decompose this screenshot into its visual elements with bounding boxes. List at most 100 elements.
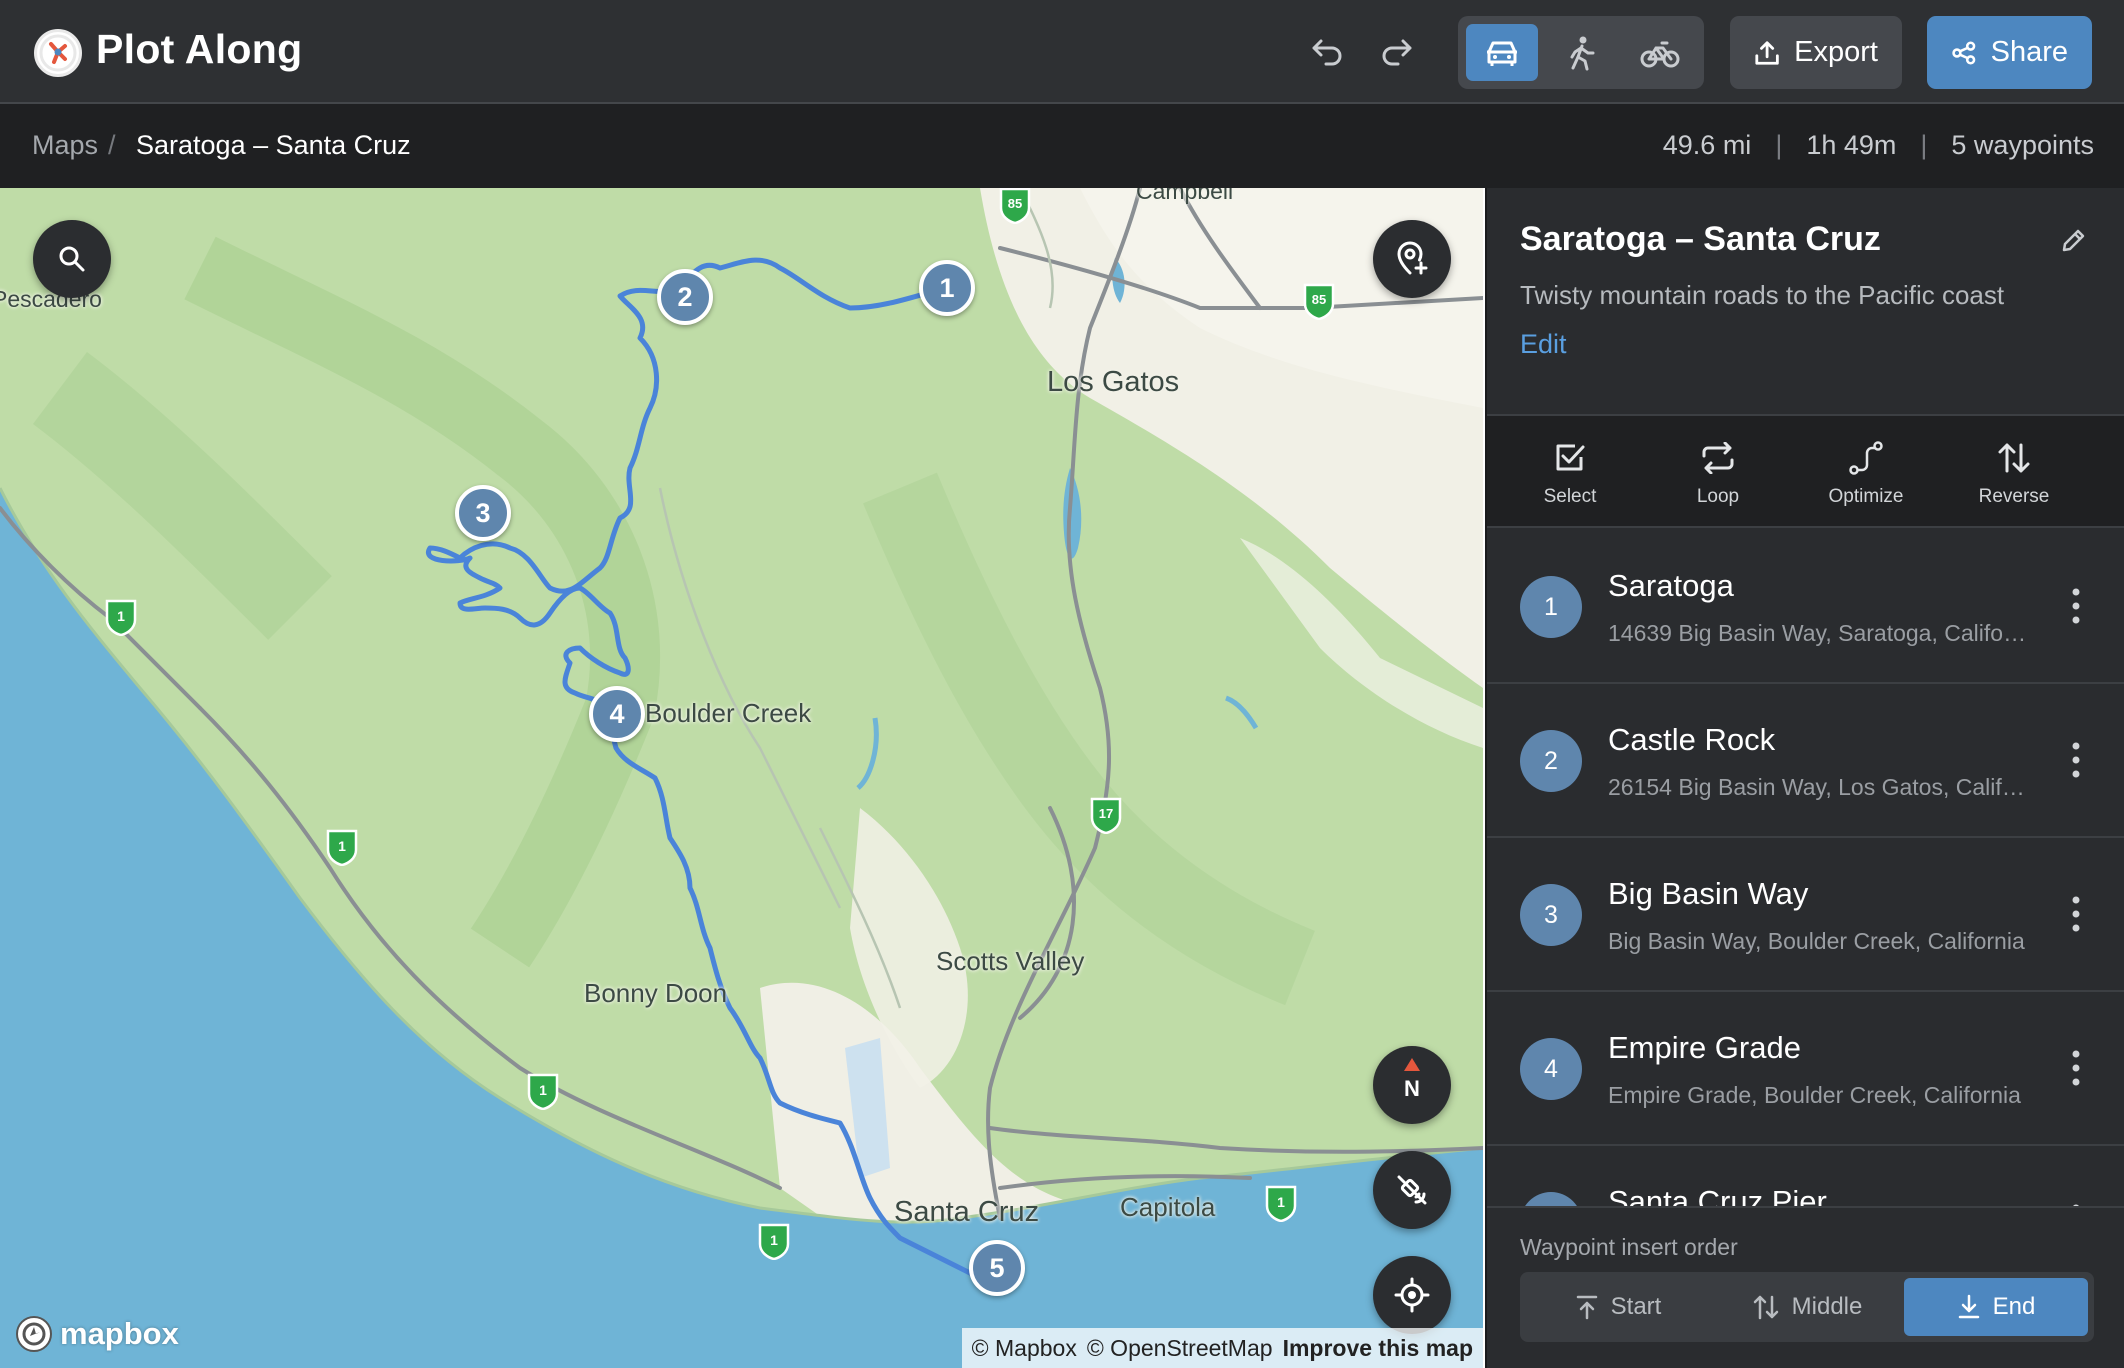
mode-drive-button[interactable] — [1466, 24, 1538, 81]
more-options-icon[interactable] — [2072, 740, 2080, 780]
tool-loop-label: Loop — [1696, 486, 1740, 507]
tool-reverse-button[interactable]: Reverse — [1944, 438, 2084, 508]
route-duration: 1h 49m — [1806, 130, 1897, 160]
waypoint-address: 26154 Big Basin Way, Los Gatos, Californ… — [1608, 774, 2028, 800]
map-basemap — [0, 188, 1483, 1368]
tool-select-button[interactable]: Select — [1500, 438, 1640, 508]
insert-start-button[interactable]: Start — [1526, 1278, 1710, 1336]
waypoint-number-badge: 3 — [1520, 884, 1582, 946]
share-button[interactable]: Share — [1927, 16, 2092, 89]
reverse-icon — [1998, 443, 2030, 473]
waypoint-name: Santa Cruz Pier — [1608, 1184, 1827, 1206]
waypoint-marker-1[interactable]: 1 — [919, 260, 975, 316]
waypoint-row[interactable]: 3 Big Basin Way Big Basin Way, Boulder C… — [1487, 838, 2124, 992]
map-label-boulder-creek: Boulder Creek — [645, 698, 812, 728]
svg-text:85: 85 — [1008, 196, 1022, 211]
waypoint-marker-5[interactable]: 5 — [969, 1240, 1025, 1296]
insert-order-section: Waypoint insert order Start Middle End — [1487, 1206, 2124, 1368]
mapbox-logo: mapbox — [14, 1314, 179, 1354]
undo-icon — [1312, 39, 1342, 66]
highway-shield-icon: 1 — [326, 829, 358, 866]
compass-button[interactable]: N — [1373, 1046, 1451, 1124]
insert-middle-button[interactable]: Middle — [1715, 1278, 1899, 1336]
map-label-campbell: Campbell — [1136, 188, 1234, 204]
waypoint-number-badge: 5 — [1520, 1192, 1582, 1206]
waypoint-row[interactable]: 4 Empire Grade Empire Grade, Boulder Cre… — [1487, 992, 2124, 1146]
route-stats: 49.6 mi | 1h 49m | 5 waypoints — [1663, 130, 2094, 161]
mode-cycle-button[interactable] — [1624, 24, 1696, 81]
stats-divider: | — [1920, 130, 1928, 160]
export-label: Export — [1794, 36, 1878, 68]
waypoint-address: Big Basin Way, Boulder Creek, California — [1608, 928, 2025, 954]
add-location-button[interactable] — [1373, 220, 1451, 298]
highway-shield-icon: 85 — [999, 188, 1031, 224]
breadcrumb-maps-link[interactable]: Maps — [32, 130, 98, 161]
mapbox-logo-text: mapbox — [60, 1316, 179, 1351]
waypoint-name: Saratoga — [1608, 568, 1734, 603]
map-label-santa-cruz: Santa Cruz — [894, 1196, 1040, 1228]
more-options-icon[interactable] — [2072, 1048, 2080, 1088]
waypoint-marker-3[interactable]: 3 — [455, 485, 511, 541]
attribution-osm-link[interactable]: © OpenStreetMap — [1087, 1335, 1273, 1362]
waypoint-list[interactable]: 1 Saratoga 14639 Big Basin Way, Saratoga… — [1487, 530, 2124, 1206]
insert-order-segmented-control: Start Middle End — [1520, 1272, 2094, 1342]
share-label: Share — [1990, 36, 2068, 68]
map-label-bonny-doon: Bonny Doon — [584, 978, 728, 1008]
svg-text:17: 17 — [1099, 806, 1113, 821]
route-description: Twisty mountain roads to the Pacific coa… — [1520, 280, 2005, 310]
download-icon — [1958, 1294, 1979, 1319]
waypoint-number-badge: 2 — [1520, 730, 1582, 792]
insert-start-label: Start — [1610, 1293, 1662, 1320]
insert-middle-label: Middle — [1791, 1293, 1863, 1320]
waypoint-row[interactable]: 5 Santa Cruz Pier — [1487, 1146, 2124, 1206]
satellite-toggle-button[interactable] — [1373, 1151, 1451, 1229]
insert-end-button[interactable]: End — [1904, 1278, 2088, 1336]
map-canvas[interactable]: Pescadero Campbell Los Gatos Boulder Cre… — [0, 188, 1483, 1368]
breadcrumb-current: Saratoga – Santa Cruz — [136, 130, 411, 160]
pencil-icon — [2062, 229, 2085, 252]
loop-icon — [1702, 442, 1734, 474]
search-icon — [59, 246, 85, 272]
arrows-up-down-icon — [1753, 1295, 1778, 1320]
waypoint-row[interactable]: 2 Castle Rock 26154 Big Basin Way, Los G… — [1487, 684, 2124, 838]
route-waypoint-count: 5 waypoints — [1951, 130, 2094, 160]
route-panel: Saratoga – Santa Cruz Twisty mountain ro… — [1485, 188, 2124, 1368]
app-title: Plot Along — [96, 26, 303, 72]
svg-text:1: 1 — [1277, 1194, 1285, 1210]
more-options-icon[interactable] — [2072, 894, 2080, 934]
tool-loop-button[interactable]: Loop — [1648, 438, 1788, 508]
crosshair-icon — [1394, 1277, 1430, 1313]
locate-me-button[interactable] — [1373, 1256, 1451, 1334]
insert-order-label: Waypoint insert order — [1520, 1234, 1738, 1260]
edit-description-link[interactable]: Edit — [1520, 329, 1567, 360]
map-label-scotts-valley: Scotts Valley — [936, 946, 1085, 976]
highway-shield-icon: 85 — [1303, 283, 1335, 320]
export-button[interactable]: Export — [1730, 16, 1902, 89]
improve-map-link[interactable]: Improve this map — [1283, 1335, 1473, 1362]
upload-icon — [1755, 40, 1779, 65]
satellite-off-icon — [1397, 1175, 1427, 1205]
compass-north-label: N — [1404, 1076, 1420, 1101]
edit-title-button[interactable] — [2060, 228, 2086, 259]
route-tools: Select Loop Optimize Reverse — [1487, 416, 2124, 528]
mapbox-logo-icon — [16, 1316, 52, 1352]
svg-text:85: 85 — [1312, 292, 1326, 307]
optimize-icon — [1849, 441, 1883, 475]
redo-icon — [1382, 39, 1412, 66]
mode-walk-button[interactable] — [1545, 24, 1617, 81]
bicycle-icon — [1640, 41, 1680, 67]
route-header: Saratoga – Santa Cruz Twisty mountain ro… — [1487, 188, 2124, 416]
attribution-mapbox-link[interactable]: © Mapbox — [972, 1335, 1077, 1362]
tool-optimize-label: Optimize — [1828, 486, 1904, 507]
share-icon — [1952, 40, 1976, 65]
map-label-los-gatos: Los Gatos — [1047, 366, 1180, 398]
tool-optimize-button[interactable]: Optimize — [1796, 438, 1936, 508]
map-search-button[interactable] — [33, 220, 111, 298]
waypoint-marker-4[interactable]: 4 — [589, 686, 645, 742]
breadcrumb-bar: Maps / Saratoga – Santa Cruz 49.6 mi | 1… — [0, 104, 2124, 188]
redo-button[interactable] — [1373, 30, 1421, 74]
waypoint-row[interactable]: 1 Saratoga 14639 Big Basin Way, Saratoga… — [1487, 530, 2124, 684]
undo-button[interactable] — [1303, 30, 1351, 74]
waypoint-marker-2[interactable]: 2 — [657, 269, 713, 325]
more-options-icon[interactable] — [2072, 586, 2080, 626]
